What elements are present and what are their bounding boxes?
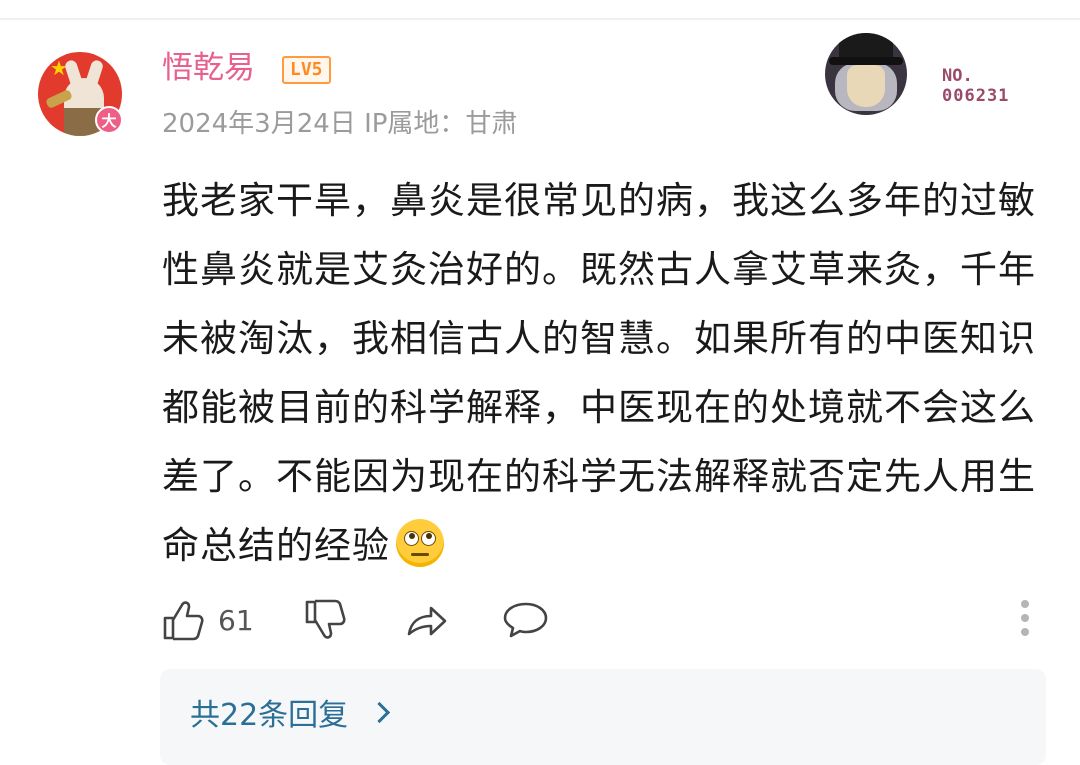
comment-date: 2024年3月24日	[162, 109, 356, 139]
chevron-right-icon	[368, 701, 391, 724]
replies-panel[interactable]: 共22条回复	[160, 669, 1046, 765]
comment-text: 我老家干旱，鼻炎是很常见的病，我这么多年的过敏性鼻炎就是艾灸治好的。既然古人拿艾…	[162, 179, 1036, 567]
comment-icon	[503, 602, 548, 638]
like-count: 61	[218, 603, 254, 637]
comment-body: 我老家干旱，鼻炎是很常见的病，我这么多年的过敏性鼻炎就是艾灸治好的。既然古人拿艾…	[162, 166, 1052, 580]
decoration-serial: 006231	[942, 86, 1010, 106]
share-icon	[407, 606, 447, 636]
decoration-label: NO.	[942, 66, 973, 86]
more-options-button[interactable]	[1019, 600, 1031, 640]
level-badge: LV5	[282, 56, 331, 84]
dislike-button[interactable]	[304, 596, 346, 644]
username[interactable]: 悟乾易	[162, 48, 255, 88]
decoration-avatar	[825, 33, 907, 115]
top-divider	[0, 18, 1080, 20]
replies-link[interactable]: 共22条回复	[190, 695, 348, 737]
share-button[interactable]	[405, 596, 449, 644]
reply-button[interactable]	[503, 596, 549, 644]
ip-location: IP属地：甘肃	[364, 109, 518, 139]
like-icon	[163, 601, 204, 641]
more-icon	[1021, 600, 1029, 608]
avatar-badge: 大	[95, 106, 123, 134]
comment-meta: 2024年3月24日 IP属地：甘肃	[162, 106, 517, 142]
dislike-icon	[305, 599, 346, 639]
rolling-eyes-emoji-icon	[396, 519, 444, 567]
decoration-number: NO. 006231	[942, 66, 1032, 106]
like-button[interactable]: 61	[162, 596, 254, 644]
